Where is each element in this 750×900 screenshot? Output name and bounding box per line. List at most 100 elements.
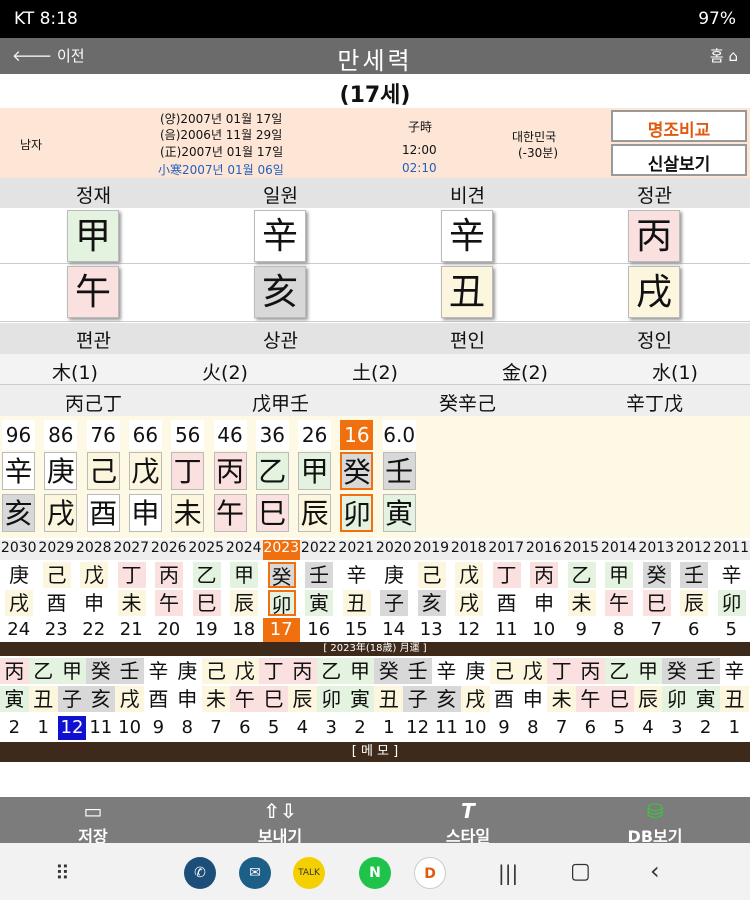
month-number[interactable]: 7 <box>547 716 576 740</box>
year-branch[interactable]: 未 <box>567 590 596 616</box>
month-stem[interactable]: 甲 <box>633 658 663 684</box>
year-label[interactable]: 2027 <box>112 540 150 560</box>
year-age[interactable]: 6 <box>675 618 713 642</box>
month-stem[interactable]: 戊 <box>230 658 260 684</box>
month-number[interactable]: 7 <box>202 716 231 740</box>
year-label[interactable]: 2029 <box>37 540 75 560</box>
year-branch[interactable]: 子 <box>380 590 408 616</box>
month-branch[interactable]: 辰 <box>288 686 317 712</box>
month-branch[interactable]: 丑 <box>720 686 749 712</box>
year-branch[interactable]: 午 <box>155 590 183 616</box>
month-number[interactable]: 11 <box>432 716 461 740</box>
daeun-branch[interactable]: 寅 <box>382 494 416 532</box>
month-number[interactable]: 3 <box>662 716 691 740</box>
year-stem[interactable]: 庚 <box>5 562 33 588</box>
month-branch[interactable]: 戌 <box>115 686 144 712</box>
month-stem[interactable]: 乙 <box>28 658 58 684</box>
month-stem[interactable]: 甲 <box>57 658 87 684</box>
year-age[interactable]: 5 <box>713 618 750 642</box>
month-stem[interactable]: 戊 <box>518 658 548 684</box>
year-label[interactable]: 2025 <box>187 540 225 560</box>
stem-cell[interactable]: 辛 <box>254 210 306 262</box>
year-label[interactable]: 2016 <box>525 540 563 560</box>
month-number[interactable]: 2 <box>346 716 375 740</box>
stem-cell[interactable]: 丙 <box>628 210 680 262</box>
year-stem[interactable]: 甲 <box>230 562 258 588</box>
month-number[interactable]: 5 <box>259 716 288 740</box>
month-stem[interactable]: 乙 <box>316 658 346 684</box>
daeun-age[interactable]: 56 <box>171 420 205 450</box>
daeun-branch[interactable]: 未 <box>171 494 205 532</box>
year-age[interactable]: 11 <box>488 618 526 642</box>
month-stem[interactable]: 壬 <box>403 658 432 684</box>
month-stem[interactable]: 丙 <box>0 658 29 684</box>
month-stem[interactable]: 壬 <box>691 658 720 684</box>
daeun-branch[interactable]: 酉 <box>86 494 120 532</box>
month-branch[interactable]: 丑 <box>28 686 58 712</box>
month-branch[interactable]: 卯 <box>662 686 692 712</box>
month-number[interactable]: 1 <box>374 716 403 740</box>
month-number[interactable]: 11 <box>86 716 115 740</box>
naver-icon[interactable]: N <box>359 857 391 889</box>
year-stem[interactable]: 壬 <box>305 562 333 588</box>
month-number[interactable]: 8 <box>173 716 202 740</box>
month-branch[interactable]: 申 <box>172 686 202 712</box>
daeun-stem[interactable]: 戊 <box>128 452 162 490</box>
daum-icon[interactable]: D <box>414 857 446 889</box>
year-stem[interactable]: 丙 <box>530 562 558 588</box>
year-branch[interactable]: 卯 <box>267 590 296 617</box>
year-branch[interactable]: 寅 <box>305 590 333 616</box>
month-number[interactable]: 2 <box>691 716 720 740</box>
month-number[interactable]: 1 <box>720 716 749 740</box>
year-branch[interactable]: 午 <box>605 590 633 616</box>
month-stem[interactable]: 甲 <box>345 658 375 684</box>
month-stem[interactable]: 辛 <box>432 658 461 684</box>
stem-cell[interactable]: 辛 <box>441 210 493 262</box>
year-label[interactable]: 2028 <box>75 540 113 560</box>
home-nav-icon[interactable]: ▢ <box>570 859 591 884</box>
month-stem[interactable]: 癸 <box>374 658 404 684</box>
year-age[interactable]: 13 <box>413 618 451 642</box>
year-label[interactable]: 2014 <box>600 540 638 560</box>
year-age[interactable]: 16 <box>300 618 338 642</box>
year-branch[interactable]: 巳 <box>192 590 221 616</box>
year-label[interactable]: 2019 <box>412 540 450 560</box>
daeun-age[interactable]: 46 <box>213 420 247 450</box>
year-label[interactable]: 2030 <box>0 540 38 560</box>
year-label[interactable]: 2011 <box>712 540 750 560</box>
year-stem[interactable]: 戊 <box>80 562 108 588</box>
year-label[interactable]: 2012 <box>675 540 713 560</box>
daeun-branch[interactable]: 巳 <box>255 494 289 532</box>
daeun-stem[interactable]: 癸 <box>340 452 374 490</box>
year-stem[interactable]: 癸 <box>267 562 296 589</box>
month-stem[interactable]: 辛 <box>144 658 173 684</box>
back-nav-icon[interactable]: ‹ <box>650 857 660 885</box>
month-branch[interactable]: 午 <box>576 686 605 712</box>
month-stem[interactable]: 丁 <box>547 658 576 684</box>
year-stem[interactable]: 戊 <box>455 562 483 588</box>
year-branch[interactable]: 丑 <box>342 590 371 616</box>
month-branch[interactable]: 子 <box>57 686 87 712</box>
year-age[interactable]: 15 <box>338 618 376 642</box>
month-number[interactable]: 10 <box>461 716 490 740</box>
branch-cell[interactable]: 戌 <box>628 266 680 318</box>
year-branch[interactable]: 亥 <box>417 590 446 616</box>
month-stem[interactable]: 己 <box>201 658 231 684</box>
daeun-age[interactable]: 36 <box>255 420 289 450</box>
month-branch[interactable]: 子 <box>403 686 432 712</box>
month-branch[interactable]: 未 <box>547 686 576 712</box>
daeun-age[interactable]: 26 <box>298 420 332 450</box>
month-number[interactable]: 6 <box>230 716 259 740</box>
year-label[interactable]: 2026 <box>150 540 188 560</box>
year-age[interactable]: 12 <box>450 618 488 642</box>
month-branch[interactable]: 巳 <box>259 686 288 712</box>
year-branch[interactable]: 辰 <box>680 590 708 616</box>
year-age[interactable]: 18 <box>225 618 263 642</box>
year-branch[interactable]: 申 <box>80 590 108 616</box>
month-branch[interactable]: 卯 <box>316 686 346 712</box>
year-age[interactable]: 21 <box>113 618 151 642</box>
year-label[interactable]: 2021 <box>337 540 375 560</box>
year-age[interactable]: 23 <box>38 618 76 642</box>
month-stem[interactable]: 庚 <box>172 658 202 684</box>
year-label[interactable]: 2020 <box>375 540 413 560</box>
